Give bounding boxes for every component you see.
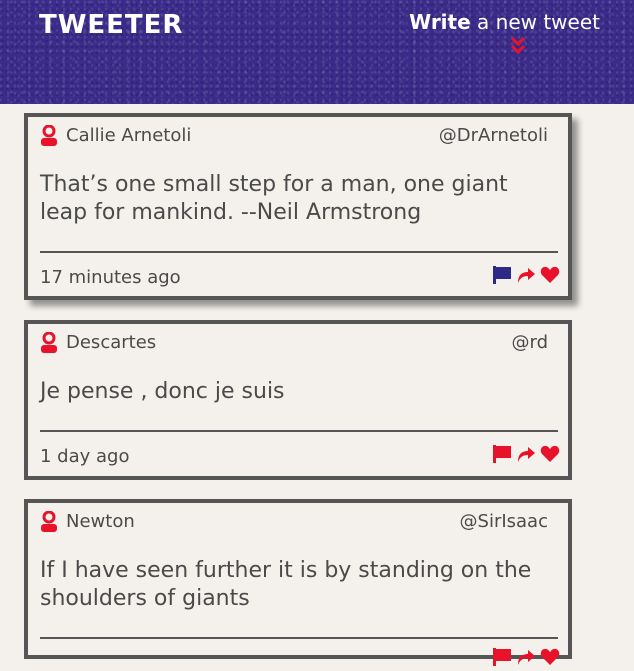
tweet-header: Callie Arnetoli @DrArnetoli <box>28 117 568 151</box>
tweet-actions <box>492 647 560 667</box>
tweet-content: If I have seen further it is by standing… <box>40 558 532 611</box>
heart-icon[interactable] <box>540 647 560 667</box>
tweet-card: Newton @SirIsaac If I have seen further … <box>24 499 572 666</box>
compose-label: a new tweet <box>470 10 600 34</box>
divider <box>40 251 558 253</box>
user-name: Callie Arnetoli <box>66 125 192 146</box>
divider <box>40 637 558 639</box>
user-name: Newton <box>66 511 135 532</box>
flag-icon[interactable] <box>492 265 512 285</box>
tweet-timestamp: 17 minutes ago <box>40 267 181 288</box>
compose-bold-label: Write <box>409 10 471 34</box>
tweet-actions <box>492 444 560 464</box>
tweet-header: Newton @SirIsaac <box>28 503 568 537</box>
logo: TWEETER <box>39 10 184 40</box>
user-name: Descartes <box>66 332 157 353</box>
heart-icon[interactable] <box>540 444 560 464</box>
user-handle: @DrArnetoli <box>438 125 548 146</box>
double-chevron-down-icon[interactable] <box>510 36 526 58</box>
retweet-icon[interactable] <box>516 265 536 285</box>
user-handle: @rd <box>511 332 548 353</box>
user-icon <box>40 124 58 147</box>
tweet-content: Je pense , donc je suis <box>40 379 285 404</box>
tweet-header: Descartes @rd <box>28 324 568 358</box>
flag-icon[interactable] <box>492 647 512 667</box>
compose-toggle[interactable]: Write a new tweet <box>409 10 600 34</box>
user-icon <box>40 510 58 533</box>
tweet-timestamp: 1 day ago <box>40 446 130 467</box>
tweet-card: Descartes @rd Je pense , donc je suis 1 … <box>24 320 572 480</box>
user-handle: @SirIsaac <box>459 511 548 532</box>
divider <box>40 430 558 432</box>
tweet-actions <box>492 265 560 285</box>
tweet-card: Callie Arnetoli @DrArnetoli That’s one s… <box>24 113 572 300</box>
tweet-content: That’s one small step for a man, one gia… <box>40 172 508 225</box>
retweet-icon[interactable] <box>516 647 536 667</box>
flag-icon[interactable] <box>492 444 512 464</box>
retweet-icon[interactable] <box>516 444 536 464</box>
heart-icon[interactable] <box>540 265 560 285</box>
nav-bar: TWEETER Write a new tweet <box>0 0 634 104</box>
user-icon <box>40 331 58 354</box>
